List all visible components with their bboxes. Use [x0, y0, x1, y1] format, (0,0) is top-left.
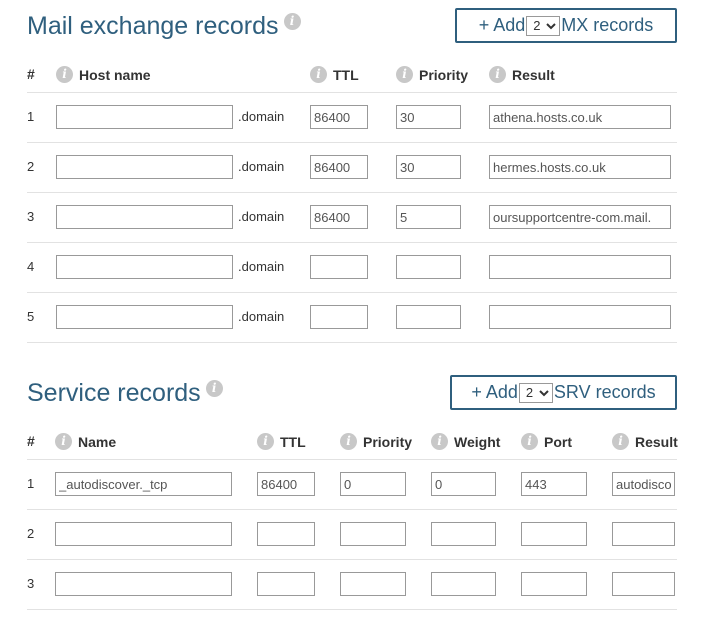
mx-ttl-input[interactable]: [310, 255, 368, 279]
mx-host-input[interactable]: [56, 155, 233, 179]
info-icon[interactable]: i: [521, 433, 538, 450]
mx-priority-input[interactable]: [396, 105, 461, 129]
mx-result-input[interactable]: [489, 305, 671, 329]
mx-ttl-input[interactable]: [310, 205, 368, 229]
srv-count-select[interactable]: 12345: [518, 382, 553, 403]
mx-records-label: MX records: [561, 15, 654, 35]
srv-ttl-input[interactable]: [257, 472, 315, 496]
mx-host-input[interactable]: [56, 105, 233, 129]
srv-priority-input[interactable]: [340, 572, 406, 596]
srv-header-result: i Result: [612, 433, 678, 450]
row-divider: [27, 459, 677, 460]
srv-records-label: SRV records: [553, 382, 656, 402]
mx-priority-input[interactable]: [396, 155, 461, 179]
srv-name-input[interactable]: [55, 522, 232, 546]
info-icon[interactable]: i: [257, 433, 274, 450]
srv-header-ttl: i TTL: [257, 433, 306, 450]
add-srv-label: + Add: [471, 382, 518, 402]
mx-ttl-input[interactable]: [310, 305, 368, 329]
mx-header-host: i Host name: [56, 66, 151, 83]
row-divider: [27, 559, 677, 560]
mx-result-input[interactable]: [489, 105, 671, 129]
info-icon[interactable]: i: [310, 66, 327, 83]
row-divider: [27, 142, 677, 143]
mx-count-select[interactable]: 12345: [526, 15, 561, 36]
info-icon[interactable]: i: [205, 379, 223, 397]
add-srv-records-button[interactable]: + Add 12345 SRV records: [450, 375, 677, 410]
row-number: 4: [27, 259, 35, 274]
row-number: 1: [27, 109, 35, 124]
info-icon[interactable]: i: [340, 433, 357, 450]
row-divider: [27, 192, 677, 193]
row-number: 2: [27, 526, 35, 541]
srv-header-weight: i Weight: [431, 433, 500, 450]
mx-header-num: #: [27, 66, 35, 82]
srv-result-input[interactable]: [612, 472, 675, 496]
mx-ttl-input[interactable]: [310, 105, 368, 129]
srv-priority-input[interactable]: [340, 472, 406, 496]
mx-host-input[interactable]: [56, 255, 233, 279]
srv-section-title: Service records i: [27, 379, 223, 408]
add-mx-label: + Add: [478, 15, 526, 35]
srv-priority-input[interactable]: [340, 522, 406, 546]
domain-suffix: .domain: [238, 209, 285, 224]
mx-host-input[interactable]: [56, 305, 233, 329]
srv-header-port: i Port: [521, 433, 572, 450]
row-divider: [27, 342, 677, 343]
row-divider: [27, 92, 677, 93]
srv-name-input[interactable]: [55, 472, 232, 496]
srv-ttl-input[interactable]: [257, 522, 315, 546]
domain-suffix: .domain: [238, 309, 285, 324]
row-number: 3: [27, 576, 35, 591]
row-divider: [27, 292, 677, 293]
domain-suffix: .domain: [238, 259, 285, 274]
mx-priority-input[interactable]: [396, 205, 461, 229]
row-number: 1: [27, 476, 35, 491]
domain-suffix: .domain: [238, 159, 285, 174]
info-icon[interactable]: i: [396, 66, 413, 83]
mx-priority-input[interactable]: [396, 255, 461, 279]
mx-section-title: Mail exchange records i: [27, 12, 301, 41]
mx-header-priority: i Priority: [396, 66, 468, 83]
info-icon[interactable]: i: [489, 66, 506, 83]
row-number: 3: [27, 209, 35, 224]
mx-header-result: i Result: [489, 66, 555, 83]
row-divider: [27, 242, 677, 243]
srv-port-input[interactable]: [521, 572, 587, 596]
domain-suffix: .domain: [238, 109, 285, 124]
srv-port-input[interactable]: [521, 522, 587, 546]
mx-result-input[interactable]: [489, 155, 671, 179]
srv-weight-input[interactable]: [431, 522, 496, 546]
mx-host-input[interactable]: [56, 205, 233, 229]
info-icon[interactable]: i: [283, 12, 301, 30]
row-divider: [27, 509, 677, 510]
add-mx-records-button[interactable]: + Add 12345 MX records: [455, 8, 677, 43]
srv-result-input[interactable]: [612, 522, 675, 546]
info-icon[interactable]: i: [56, 66, 73, 83]
info-icon[interactable]: i: [431, 433, 448, 450]
srv-name-input[interactable]: [55, 572, 232, 596]
srv-ttl-input[interactable]: [257, 572, 315, 596]
row-divider: [27, 609, 677, 610]
srv-weight-input[interactable]: [431, 572, 496, 596]
srv-header-name: i Name: [55, 433, 116, 450]
srv-header-num: #: [27, 433, 35, 449]
mx-result-input[interactable]: [489, 205, 671, 229]
info-icon[interactable]: i: [612, 433, 629, 450]
mx-result-input[interactable]: [489, 255, 671, 279]
srv-result-input[interactable]: [612, 572, 675, 596]
info-icon[interactable]: i: [55, 433, 72, 450]
srv-weight-input[interactable]: [431, 472, 496, 496]
mx-header-ttl: i TTL: [310, 66, 359, 83]
row-number: 5: [27, 309, 35, 324]
mx-priority-input[interactable]: [396, 305, 461, 329]
srv-header-priority: i Priority: [340, 433, 412, 450]
srv-port-input[interactable]: [521, 472, 587, 496]
mx-ttl-input[interactable]: [310, 155, 368, 179]
row-number: 2: [27, 159, 35, 174]
